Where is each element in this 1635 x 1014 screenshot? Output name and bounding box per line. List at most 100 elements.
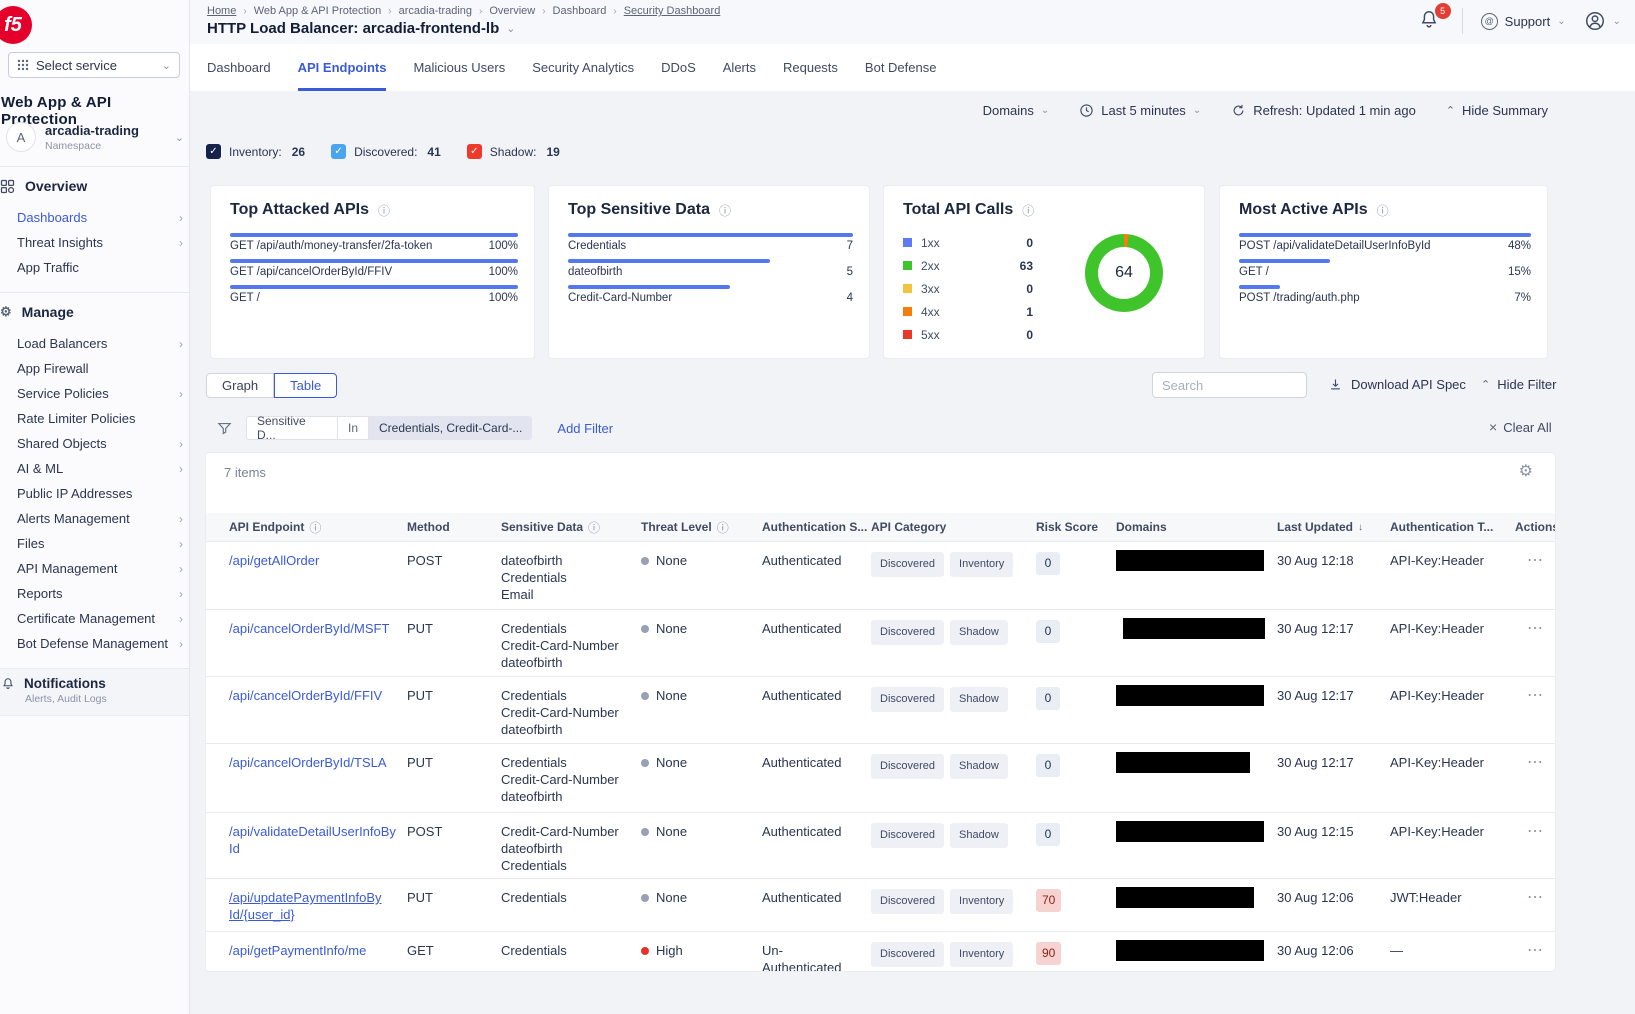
- breadcrumb-overview[interactable]: Overview: [489, 5, 535, 17]
- endpoint-link[interactable]: /api/getAllOrder: [229, 553, 319, 568]
- info-icon[interactable]: ⓘ: [719, 202, 731, 219]
- breadcrumb-waap[interactable]: Web App & API Protection: [254, 5, 382, 17]
- discovered-label: Discovered:: [354, 145, 417, 159]
- info-icon[interactable]: ⓘ: [1377, 202, 1389, 219]
- shadow-checkbox-item[interactable]: ✓ Shadow:19: [467, 144, 560, 159]
- bar-label: Credentials: [568, 240, 626, 252]
- row-actions-button[interactable]: ⋯: [1515, 687, 1544, 704]
- select-service-dropdown[interactable]: Select service ⌄: [8, 52, 180, 78]
- sidebar-item-alerts-management[interactable]: Alerts Management›: [17, 511, 183, 526]
- tab-malicious-users[interactable]: Malicious Users: [413, 44, 505, 91]
- endpoint-link[interactable]: /api/cancelOrderById/TSLA: [229, 755, 387, 770]
- sidebar-item-app-firewall[interactable]: App Firewall: [17, 361, 183, 376]
- row-actions-button[interactable]: ⋯: [1515, 889, 1544, 906]
- namespace-switcher[interactable]: A arcadia-trading Namespace ⌄: [6, 122, 184, 152]
- checkbox-checked-icon[interactable]: ✓: [467, 144, 482, 159]
- filter-value-chip[interactable]: Credentials, Credit-Card-...: [369, 416, 532, 440]
- hide-filter-button[interactable]: ⌃ Hide Filter: [1481, 377, 1556, 392]
- col-threat-level[interactable]: Threat Levelⓘ: [641, 519, 762, 536]
- endpoint-link[interactable]: /api/validateDetailUserInfoById: [229, 824, 396, 856]
- sidebar-item-app-traffic[interactable]: App Traffic: [17, 260, 183, 275]
- chevron-down-icon: ⌄: [175, 131, 184, 144]
- breadcrumb-home[interactable]: Home: [207, 5, 236, 17]
- sidebar-item-public-ip-addresses[interactable]: Public IP Addresses: [17, 486, 183, 501]
- row-actions-button[interactable]: ⋯: [1515, 942, 1544, 959]
- clear-all-button[interactable]: × Clear All: [1489, 419, 1552, 435]
- auth-status-cell: Authenticated: [762, 552, 871, 569]
- inventory-checkbox-item[interactable]: ✓ Inventory:26: [206, 144, 305, 159]
- download-api-spec-button[interactable]: Download API Spec: [1328, 377, 1466, 392]
- col-api-category[interactable]: API Category: [871, 520, 1036, 534]
- sidebar-item-service-policies[interactable]: Service Policies›: [17, 386, 183, 401]
- add-filter-link[interactable]: Add Filter: [557, 421, 613, 436]
- graph-view-button[interactable]: Graph: [206, 373, 274, 398]
- endpoint-link[interactable]: /api/cancelOrderById/FFIV: [229, 688, 382, 703]
- category-chip: Shadow: [950, 754, 1008, 779]
- tab-requests[interactable]: Requests: [783, 44, 838, 91]
- row-actions-button[interactable]: ⋯: [1515, 754, 1544, 771]
- f5-logo: f5: [0, 6, 32, 44]
- sidebar-item-dashboards[interactable]: Dashboards ›: [17, 210, 183, 225]
- col-api-endpoint[interactable]: API Endpointⓘ: [229, 519, 407, 536]
- breadcrumb-dashboard[interactable]: Dashboard: [553, 5, 607, 17]
- info-icon[interactable]: ⓘ: [378, 202, 390, 219]
- tab-bot-defense[interactable]: Bot Defense: [865, 44, 937, 91]
- col-risk-score[interactable]: Risk Score: [1036, 520, 1116, 534]
- col-sensitive-data[interactable]: Sensitive Dataⓘ: [501, 519, 641, 536]
- tab-api-endpoints[interactable]: API Endpoints: [298, 44, 387, 91]
- domain-redacted: [1116, 752, 1250, 773]
- domains-dropdown[interactable]: Domains ⌄: [983, 103, 1050, 118]
- sidebar-item-certificate-management[interactable]: Certificate Management›: [17, 611, 183, 626]
- refresh-button[interactable]: Refresh: Updated 1 min ago: [1231, 103, 1416, 118]
- row-actions-button[interactable]: ⋯: [1515, 620, 1544, 637]
- sidebar-item-bot-defense-management[interactable]: Bot Defense Management›: [17, 636, 183, 651]
- account-menu[interactable]: ⌄: [1584, 10, 1621, 32]
- time-range-dropdown[interactable]: Last 5 minutes ⌄: [1079, 103, 1201, 118]
- filter-operator[interactable]: In: [338, 416, 369, 440]
- tab-security-analytics[interactable]: Security Analytics: [532, 44, 634, 91]
- table-view-button[interactable]: Table: [274, 373, 337, 398]
- sidebar-item-ai-ml[interactable]: AI & ML›: [17, 461, 183, 476]
- tab-dashboard[interactable]: Dashboard: [207, 44, 271, 91]
- breadcrumb-namespace[interactable]: arcadia-trading: [399, 5, 472, 17]
- search-input[interactable]: [1152, 372, 1307, 398]
- hide-summary-button[interactable]: ⌃ Hide Summary: [1446, 103, 1548, 118]
- sidebar-item-threat-insights[interactable]: Threat Insights ›: [17, 235, 183, 250]
- category-chip: Shadow: [950, 687, 1008, 712]
- checkbox-checked-icon[interactable]: ✓: [206, 144, 221, 159]
- support-menu[interactable]: @ Support ⌄: [1481, 13, 1566, 30]
- chevron-right-icon: ›: [179, 211, 183, 225]
- col-last-updated[interactable]: Last Updated↓: [1277, 520, 1390, 534]
- filter-field-dropdown[interactable]: Sensitive D...: [246, 416, 338, 440]
- refresh-icon: [1231, 103, 1246, 118]
- sidebar-item-reports[interactable]: Reports›: [17, 586, 183, 601]
- sidebar-notifications[interactable]: Notifications Alerts, Audit Logs: [0, 668, 189, 716]
- endpoint-link[interactable]: /api/cancelOrderById/MSFT: [229, 621, 389, 636]
- col-auth-type[interactable]: Authentication T...: [1390, 520, 1515, 534]
- tab-alerts[interactable]: Alerts: [723, 44, 756, 91]
- col-domains[interactable]: Domains: [1116, 520, 1277, 534]
- sidebar-item-load-balancers[interactable]: Load Balancers›: [17, 336, 183, 351]
- col-auth-status[interactable]: Authentication S...: [762, 520, 871, 534]
- threat-dot-icon: [641, 692, 649, 700]
- endpoint-link[interactable]: /api/updatePaymentInfoById/{user_id}: [229, 890, 382, 922]
- sidebar-item-shared-objects[interactable]: Shared Objects›: [17, 436, 183, 451]
- page-title[interactable]: HTTP Load Balancer: arcadia-frontend-lb …: [207, 20, 515, 37]
- row-actions-button[interactable]: ⋯: [1515, 552, 1544, 569]
- checkbox-checked-icon[interactable]: ✓: [331, 144, 346, 159]
- endpoint-link[interactable]: /api/getPaymentInfo/me: [229, 943, 366, 958]
- sidebar-item-rate-limiter-policies[interactable]: Rate Limiter Policies: [17, 411, 183, 426]
- table-settings-gear-icon[interactable]: ⚙: [1519, 461, 1533, 481]
- row-actions-button[interactable]: ⋯: [1515, 823, 1544, 840]
- discovered-checkbox-item[interactable]: ✓ Discovered:41: [331, 144, 441, 159]
- notifications-bell-button[interactable]: 5: [1418, 8, 1444, 34]
- last-updated-cell: 30 Aug 12:17: [1277, 687, 1390, 704]
- group-title: Manage: [22, 304, 74, 320]
- sidebar-item-api-management[interactable]: API Management›: [17, 561, 183, 576]
- sidebar-item-files[interactable]: Files›: [17, 536, 183, 551]
- col-method[interactable]: Method: [407, 520, 501, 534]
- breadcrumb-security-dashboard[interactable]: Security Dashboard: [624, 5, 721, 17]
- tab-ddos[interactable]: DDoS: [661, 44, 696, 91]
- info-icon[interactable]: ⓘ: [1022, 202, 1034, 219]
- filter-funnel-icon: [216, 420, 233, 437]
